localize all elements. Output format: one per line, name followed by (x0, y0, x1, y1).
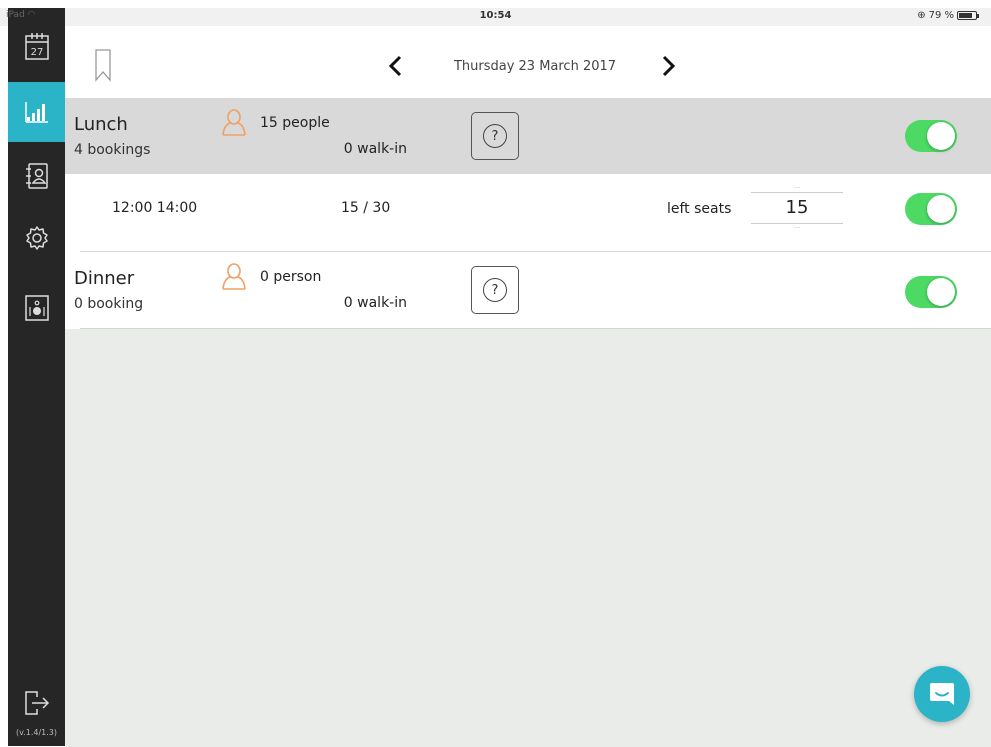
toggle-knob (927, 278, 955, 306)
people-count: 15 people (260, 115, 330, 131)
question-icon: ? (483, 278, 507, 302)
sidebar-item-service[interactable] (8, 288, 65, 328)
help-button[interactable]: ? (471, 266, 519, 314)
slot-capacity: 15 / 30 (341, 200, 391, 216)
logout-button[interactable] (8, 686, 65, 720)
service-bookings: 4 bookings (74, 142, 151, 158)
calendar-day: 27 (30, 47, 43, 58)
status-bar: iPad ◠ 10:54 ⊕ 79 % (0, 8, 991, 26)
sidebar-item-stats[interactable] (8, 82, 65, 142)
chat-button[interactable] (914, 666, 970, 722)
time-slot-row: 12:00 14:00 15 / 30 left seats — 15 — (65, 174, 991, 252)
sidebar-item-calendar[interactable]: 27 (8, 26, 65, 66)
version-label: (v.1.4/1.3) (15, 728, 58, 737)
service-toggle[interactable] (905, 120, 957, 152)
left-seats-picker[interactable]: — 15 — (751, 183, 843, 231)
sidebar-item-settings[interactable] (8, 218, 65, 258)
orientation-lock-icon: ⊕ (917, 10, 926, 21)
service-row-dinner[interactable]: Dinner 0 booking 0 person 0 walk-in ? (65, 252, 991, 328)
previous-day-button[interactable] (387, 54, 405, 82)
next-day-button[interactable] (659, 54, 677, 82)
help-button[interactable]: ? (471, 112, 519, 160)
slot-toggle[interactable] (905, 193, 957, 225)
wifi-icon: ◠ (27, 10, 36, 20)
bookmark-button[interactable] (93, 48, 113, 86)
left-seats-label: left seats (667, 201, 732, 217)
status-time: 10:54 (479, 10, 512, 21)
slot-times: 12:00 14:00 (112, 200, 198, 216)
battery-icon (957, 11, 979, 20)
service-name: Lunch (74, 114, 128, 135)
sidebar-item-contacts[interactable] (8, 156, 65, 196)
address-book-icon (25, 163, 48, 189)
service-toggle[interactable] (905, 276, 957, 308)
bookmark-icon (95, 49, 111, 82)
person-icon (221, 108, 247, 140)
service-bookings: 0 booking (74, 296, 144, 312)
picker-ghost-below: — (793, 223, 801, 231)
logout-icon (24, 691, 49, 715)
gear-icon (25, 226, 48, 250)
status-right: ⊕ 79 % (917, 10, 979, 21)
toggle-knob (927, 122, 955, 150)
current-date: Thursday 23 March 2017 (453, 59, 617, 74)
service-bell-icon (24, 295, 49, 321)
chevron-left-icon (388, 55, 402, 77)
picker-ghost-above: — (793, 183, 801, 191)
bar-chart-icon (24, 102, 48, 123)
device-label: iPad ◠ (6, 10, 36, 20)
question-icon: ? (483, 124, 507, 148)
walkin-count: 0 walk-in (343, 141, 407, 157)
empty-content-area (65, 329, 991, 747)
chevron-right-icon (662, 55, 676, 77)
battery-percent: 79 % (928, 10, 954, 21)
service-name: Dinner (74, 268, 135, 289)
person-icon (221, 262, 247, 294)
walkin-count: 0 walk-in (343, 295, 407, 311)
people-count: 0 person (260, 269, 322, 285)
calendar-icon: 27 (24, 33, 49, 60)
left-seats-value: 15 (785, 197, 809, 218)
date-header: Thursday 23 March 2017 (65, 26, 991, 98)
chat-icon (930, 683, 954, 705)
service-row-lunch[interactable]: Lunch 4 bookings 15 people 0 walk-in ? (65, 98, 991, 174)
sidebar: 27 (v.1.4/1.3) (8, 8, 65, 746)
toggle-knob (927, 195, 955, 223)
